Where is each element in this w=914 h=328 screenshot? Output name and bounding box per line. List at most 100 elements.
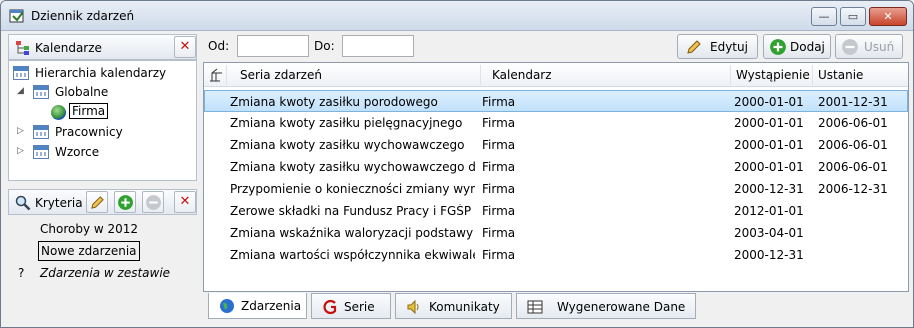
remove-icon [842, 39, 858, 55]
cell-occurrence: 2012-01-01 [734, 204, 804, 218]
to-label: Do: [314, 39, 335, 53]
column-header-series[interactable]: Seria zdarzeń [240, 68, 322, 82]
criteria-list: Choroby w 2012 Nowe zdarzenia ? Zdarzeni… [8, 215, 197, 321]
hierarchy-icon [16, 41, 29, 55]
pencil-icon [91, 196, 104, 209]
collapsed-arrow-icon[interactable]: ▷ [17, 126, 24, 136]
cell-series: Zmiana wartości współczynnika ekwiwalent… [230, 248, 475, 262]
criteria-footer-item[interactable]: Zdarzenia w zestawie [40, 266, 170, 280]
table-row[interactable]: Zmiana wartości współczynnika ekwiwalent… [204, 244, 908, 266]
cell-occurrence: 2000-01-01 [734, 116, 804, 130]
table-row[interactable]: Zmiana wskaźnika waloryzacji podstawy wy… [204, 222, 908, 244]
pencil-icon [687, 40, 701, 54]
minimize-button[interactable]: — [811, 7, 837, 26]
criteria-delete-button[interactable]: ✕ [174, 191, 196, 213]
tab-zdarzenia[interactable]: Zdarzenia [208, 293, 307, 319]
add-icon [118, 195, 133, 210]
grid-header: Seria zdarzeń Kalendarz Wystąpienie Usta… [204, 63, 908, 87]
criteria-item[interactable]: Choroby w 2012 [40, 222, 138, 236]
criteria-item-selected[interactable]: Nowe zdarzenia [38, 241, 140, 261]
tree-item-label: Firma [69, 103, 109, 119]
column-chooser-icon[interactable] [210, 68, 224, 82]
tab-wygenerowane-dane[interactable]: Wygenerowane Dane [516, 293, 696, 319]
collapsed-arrow-icon[interactable]: ▷ [17, 146, 24, 156]
cell-occurrence: 2000-12-31 [734, 248, 804, 262]
tab-serie[interactable]: Serie [311, 293, 391, 319]
window-title: Dziennik zdarzeń [31, 9, 135, 23]
tree-item-label: Hierarchia kalendarzy [35, 66, 167, 80]
to-date-input[interactable] [342, 35, 414, 57]
app-window: Dziennik zdarzeń — ▭ ✕ Kalendarze ✕ Hier… [0, 0, 914, 328]
delete-icon: ✕ [179, 194, 191, 209]
globe-icon [51, 105, 66, 120]
criteria-panel-header: Kryteria ✕ [8, 189, 197, 215]
table-icon [527, 300, 543, 314]
criteria-edit-button[interactable] [86, 191, 108, 213]
maximize-icon: ▭ [847, 10, 859, 23]
table-row[interactable]: Zmiana kwoty zasiłku pielęgnacyjnego Fir… [204, 112, 908, 134]
column-separator [480, 65, 481, 85]
cell-cancellation: 2001-12-31 [818, 95, 888, 109]
cell-series: Zmiana kwoty zasiłku porodowego [230, 95, 438, 109]
cell-occurrence: 2000-01-01 [734, 95, 804, 109]
column-separator [730, 65, 731, 85]
cell-cancellation: 2006-12-31 [818, 182, 888, 196]
delete-icon: ✕ [179, 39, 191, 54]
cell-calendar: Firma [482, 226, 516, 240]
magnifier-icon [15, 195, 31, 211]
calendars-panel-title: Kalendarze [35, 41, 102, 55]
minimize-icon: — [818, 10, 830, 23]
maximize-button[interactable]: ▭ [840, 7, 866, 26]
tab-label: Wygenerowane Dane [557, 300, 686, 314]
series-icon [323, 299, 337, 315]
add-icon [770, 39, 786, 55]
tab-komunikaty[interactable]: Komunikaty [395, 293, 512, 319]
edit-button[interactable]: Edytuj [677, 34, 758, 59]
calendar-tree: Hierarchia kalendarzy ◢ Globalne Firma ▷… [8, 60, 197, 181]
cell-cancellation: 2006-06-01 [818, 116, 888, 130]
cell-calendar: Firma [482, 95, 516, 109]
from-date-input[interactable] [237, 35, 309, 57]
add-button-label: Dodaj [790, 40, 825, 54]
cell-calendar: Firma [482, 204, 516, 218]
cell-series: Zmiana kwoty zasiłku wychowawczego dla s… [230, 160, 475, 174]
table-row[interactable]: Zerowe składki na Fundusz Pracy i FGŚP F… [204, 200, 908, 222]
table-row[interactable]: Przypomienie o konieczności zmiany wymia… [204, 178, 908, 200]
cell-calendar: Firma [482, 160, 516, 174]
remove-button[interactable]: Usuń [835, 34, 903, 59]
table-row[interactable]: Zmiana kwoty zasiłku wychowawczego dla s… [204, 156, 908, 178]
cell-series: Zerowe składki na Fundusz Pracy i FGŚP [230, 204, 472, 218]
table-row-selected[interactable]: Zmiana kwoty zasiłku porodowego Firma 20… [204, 90, 908, 112]
calendar-icon [33, 125, 49, 139]
cell-occurrence: 2000-01-01 [734, 160, 804, 174]
expanded-arrow-icon[interactable]: ◢ [17, 86, 24, 96]
tree-item-label: Wzorce [55, 145, 100, 159]
add-button[interactable]: Dodaj [763, 34, 831, 59]
calendar-icon [33, 85, 49, 99]
from-label: Od: [208, 39, 230, 53]
cell-cancellation: 2006-06-01 [818, 138, 888, 152]
criteria-panel-title: Kryteria [35, 196, 83, 210]
column-header-occurrence[interactable]: Wystąpienie [736, 68, 810, 82]
cell-calendar: Firma [482, 138, 516, 152]
edit-button-label: Edytuj [710, 40, 748, 54]
cell-series: Zmiana kwoty zasiłku pielęgnacyjnego [230, 116, 463, 130]
cell-occurrence: 2003-04-01 [734, 226, 804, 240]
column-header-cancellation[interactable]: Ustanie [818, 68, 863, 82]
cell-occurrence: 2000-01-01 [734, 138, 804, 152]
calendars-delete-button[interactable]: ✕ [174, 36, 196, 58]
title-bar: Dziennik zdarzeń — ▭ ✕ [1, 1, 913, 31]
journal-app-icon [9, 9, 24, 23]
criteria-remove-button[interactable] [142, 191, 164, 213]
tab-label: Serie [344, 300, 375, 314]
close-button[interactable]: ✕ [869, 7, 907, 26]
remove-button-label: Usuń [864, 40, 895, 54]
column-header-calendar[interactable]: Kalendarz [492, 68, 552, 82]
criteria-add-button[interactable] [114, 191, 136, 213]
events-grid: Seria zdarzeń Kalendarz Wystąpienie Usta… [203, 62, 909, 292]
calendars-panel-header: Kalendarze ✕ [8, 34, 197, 60]
tree-item-firma[interactable]: Firma [49, 102, 149, 122]
table-row[interactable]: Zmiana kwoty zasiłku wychowawczego Firma… [204, 134, 908, 156]
cell-occurrence: 2000-12-31 [734, 182, 804, 196]
calendar-icon [13, 66, 29, 80]
